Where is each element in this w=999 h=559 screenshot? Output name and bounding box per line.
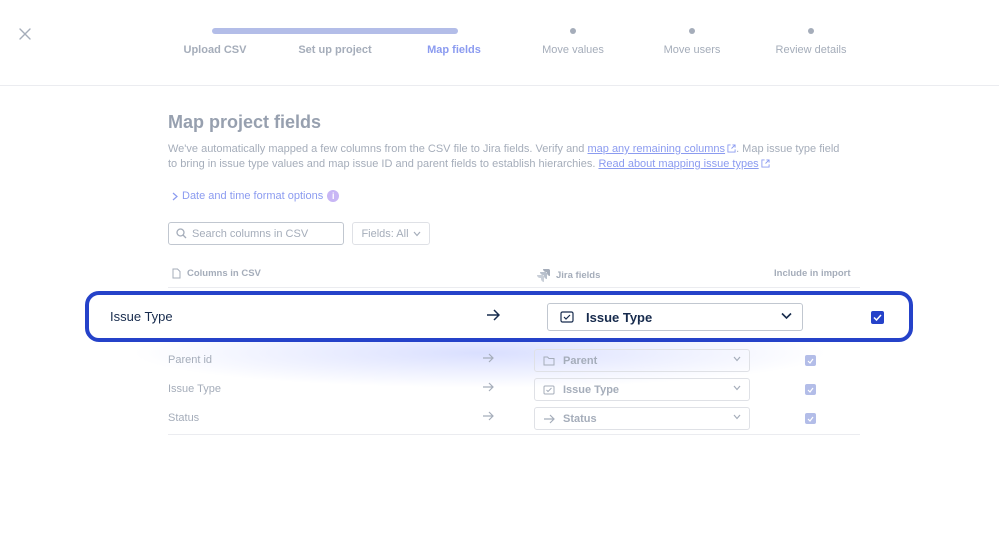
highlighted-table-row: Issue Type Issue Type — [85, 291, 913, 342]
arrow-right-icon — [483, 382, 494, 392]
include-checkbox[interactable] — [805, 355, 816, 366]
include-checkbox[interactable] — [805, 413, 816, 424]
table-row: Parent id Parent — [168, 347, 860, 376]
jira-logo-icon — [537, 269, 550, 282]
search-icon — [176, 228, 187, 239]
chevron-down-icon — [733, 414, 741, 420]
header-divider — [168, 287, 860, 288]
fields-filter-label: Fields: All — [361, 227, 409, 240]
date-time-options-label: Date and time format options — [182, 190, 324, 202]
include-checkbox[interactable] — [871, 311, 884, 324]
step-dot-move-values — [570, 28, 576, 34]
header-jira-fields: Jira fields — [536, 268, 600, 282]
search-input[interactable] — [192, 227, 332, 240]
step-set-up-project: Set up project — [298, 44, 372, 56]
checkmark-icon — [873, 314, 882, 321]
file-icon — [172, 268, 181, 279]
chevron-right-icon — [172, 192, 178, 200]
external-link-icon — [761, 159, 770, 168]
include-checkbox[interactable] — [805, 384, 816, 395]
step-move-users: Move users — [663, 44, 721, 56]
table-row: Status Status — [168, 405, 860, 434]
jira-field-select[interactable]: Issue Type — [547, 303, 803, 331]
checkmark-icon — [807, 387, 814, 393]
jira-field-select[interactable]: Parent — [534, 349, 750, 372]
date-time-options-toggle[interactable]: Date and time format options i — [172, 190, 340, 202]
csv-column-name: Issue Type — [110, 309, 173, 324]
step-move-values: Move values — [542, 44, 604, 56]
mapping-issue-types-link[interactable]: Read about mapping issue types — [598, 158, 758, 170]
map-remaining-columns-link[interactable]: map any remaining columns — [587, 143, 725, 155]
fields-filter-button[interactable]: Fields: All — [352, 222, 430, 245]
chevron-down-icon — [733, 356, 741, 362]
arrow-right-icon — [544, 414, 555, 423]
description-text-1: We've automatically mapped a few columns… — [168, 143, 588, 155]
step-dot-move-users — [689, 28, 695, 34]
arrow-right-icon — [483, 353, 494, 363]
jira-field-select[interactable]: Issue Type — [534, 378, 750, 401]
jira-field-select[interactable]: Status — [534, 407, 750, 430]
chevron-down-icon — [413, 231, 420, 236]
page-description: We've automatically mapped a few columns… — [168, 142, 840, 172]
progress-track — [212, 28, 458, 34]
header-include-in-import: Include in import — [774, 268, 851, 279]
issue-type-icon — [560, 311, 574, 323]
chevron-down-icon — [781, 312, 792, 320]
header-columns-in-csv: Columns in CSV — [172, 268, 261, 279]
external-link-icon — [727, 144, 736, 153]
arrow-right-icon — [487, 309, 500, 321]
issue-type-icon — [543, 385, 555, 394]
csv-column-name: Issue Type — [168, 383, 221, 395]
checkmark-icon — [807, 358, 814, 364]
folder-icon — [543, 356, 555, 365]
step-map-fields: Map fields — [427, 44, 481, 56]
table-bottom-divider — [168, 434, 860, 435]
csv-column-name: Parent id — [168, 354, 213, 366]
arrow-right-icon — [483, 411, 494, 421]
page-title: Map project fields — [168, 112, 322, 132]
step-dot-review-details — [808, 28, 814, 34]
progress-stepper: Upload CSV Set up project Map fields Mov… — [0, 0, 999, 86]
main-content: Map project fields We've automatically m… — [168, 112, 848, 172]
checkmark-icon — [807, 416, 814, 422]
info-icon[interactable]: i — [327, 190, 340, 202]
table-row: Issue Type Issue Type — [168, 376, 860, 405]
step-review-details: Review details — [775, 44, 847, 56]
chevron-down-icon — [733, 385, 741, 391]
step-upload-csv: Upload CSV — [183, 44, 247, 56]
csv-column-name: Status — [168, 412, 200, 424]
search-field[interactable] — [168, 222, 344, 245]
